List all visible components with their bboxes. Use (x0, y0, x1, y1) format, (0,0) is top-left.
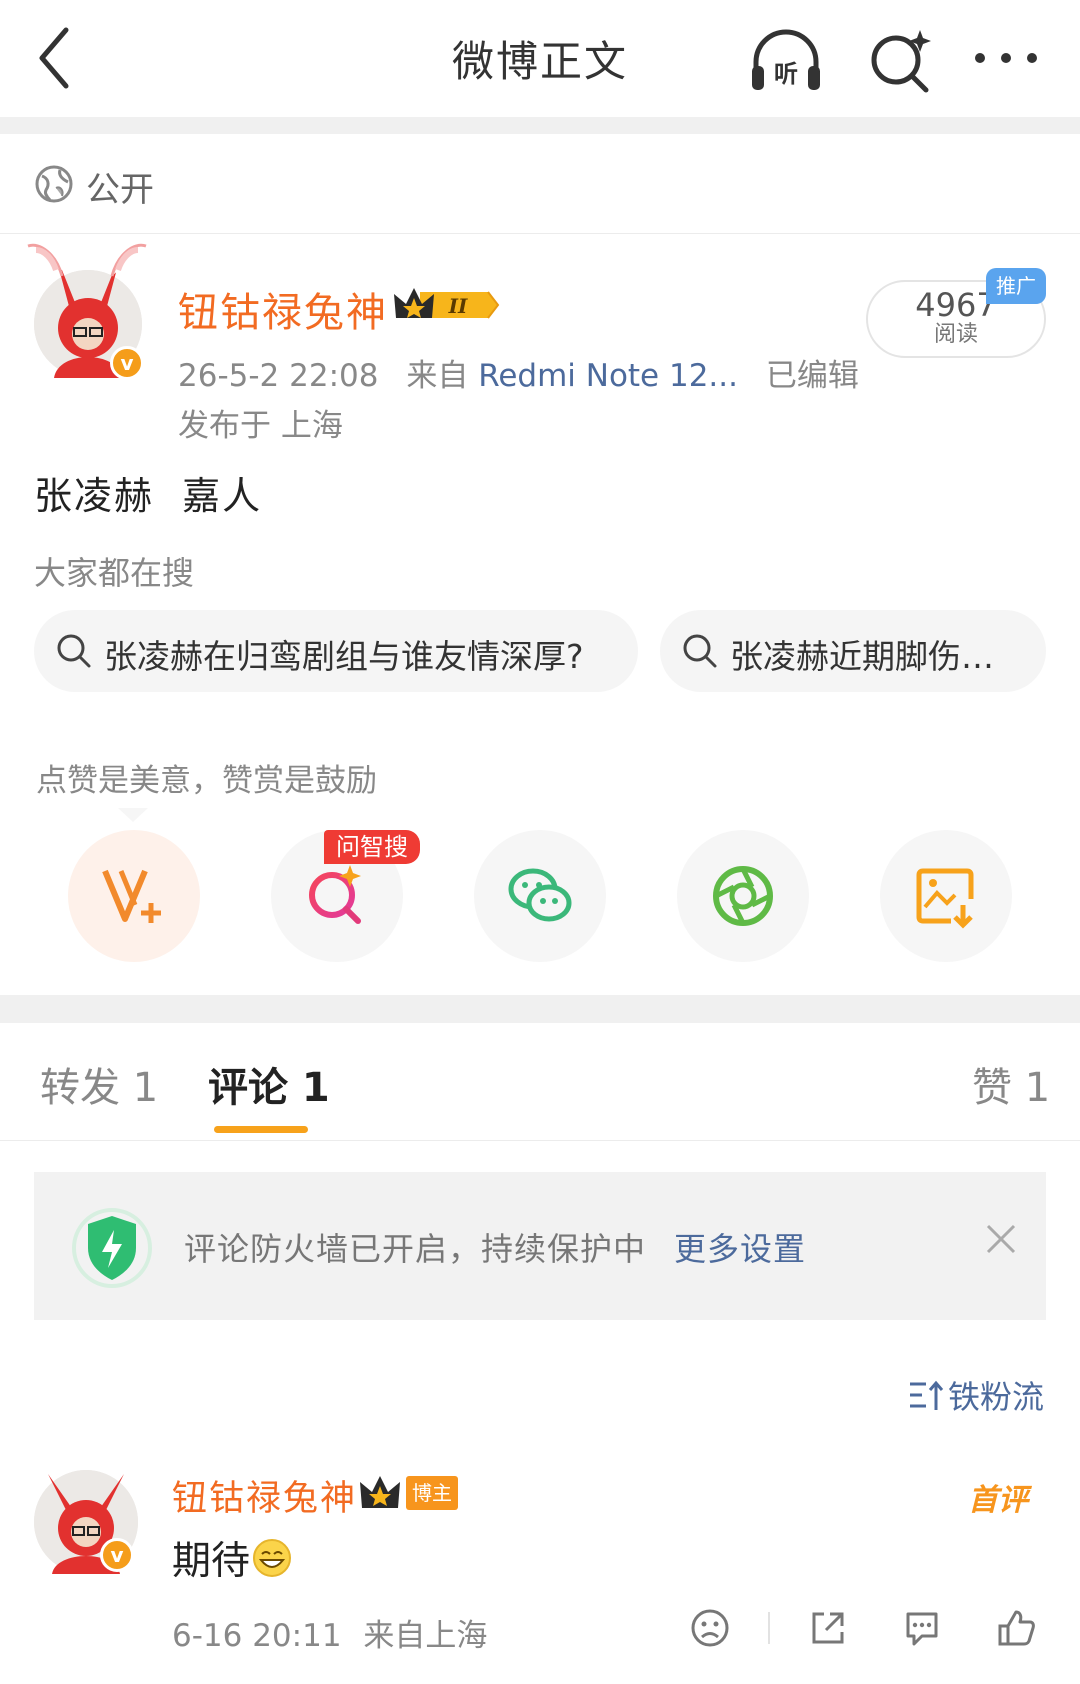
reward-v-plus-icon (102, 869, 161, 923)
device-link[interactable]: Redmi Note 12... (478, 358, 738, 394)
visibility-row: 公开 (0, 134, 1080, 234)
comment-location: 来自上海 (363, 1618, 488, 1654)
action-divider (768, 1612, 770, 1644)
grin-emoji-icon (253, 1539, 292, 1577)
reply-comment-icon[interactable] (902, 1608, 942, 1648)
hot-search-header: 大家都在搜 (34, 554, 195, 592)
sort-icon[interactable] (908, 1378, 944, 1412)
more-options-icon[interactable] (966, 22, 1046, 98)
globe-icon (35, 165, 73, 203)
dislike-face-icon[interactable] (690, 1608, 730, 1648)
reads-label: 阅读 (933, 322, 978, 347)
commenter-name[interactable]: 钮钴禄兔神 (172, 1470, 357, 1521)
verified-badge-icon: v (110, 346, 144, 380)
save-image-button[interactable] (880, 830, 1012, 962)
search-icon (683, 634, 717, 668)
hot-search-chip[interactable]: 张凌赫近期脚伤… (660, 610, 1046, 692)
hint-pointer-icon (118, 808, 148, 822)
post-content: 张凌赫 嘉人 (34, 474, 263, 518)
tab-reposts[interactable]: 转发 1 (40, 1055, 158, 1113)
share-icon[interactable] (808, 1608, 848, 1648)
visibility-label: 公开 (86, 170, 154, 210)
comment-meta: 6-16 20:11 来自上海 (172, 1610, 487, 1655)
share-moments-button[interactable] (677, 830, 809, 962)
tabs-divider (0, 1140, 1080, 1141)
comment-text: 期待 (172, 1530, 292, 1586)
hot-search-text: 张凌赫在归鸾剧组与谁友情深厚? (104, 637, 584, 676)
post-location: 发布于 上海 (178, 408, 343, 444)
section-divider (0, 995, 1080, 1023)
edited-label[interactable]: 已编辑 (766, 358, 859, 394)
ai-search-badge: 问智搜 (324, 830, 420, 864)
close-icon[interactable] (984, 1222, 1018, 1256)
reward-hint: 点赞是美意，赞赏是鼓励 (36, 763, 377, 799)
commenter-avatar[interactable]: v (34, 1470, 138, 1574)
firewall-status-text: 评论防火墙已开启，持续保护中 (184, 1230, 647, 1268)
crown-icon (360, 1476, 400, 1508)
bunny-ears-decoration-icon (27, 243, 147, 277)
crown-level-badge-icon: II (394, 288, 500, 319)
reward-button[interactable] (68, 830, 200, 962)
author-name[interactable]: 钮钴禄兔神 (178, 280, 388, 338)
like-thumb-icon[interactable] (996, 1608, 1036, 1648)
svg-text:听: 听 (774, 60, 798, 88)
hot-search-text: 张凌赫近期脚伤… (730, 637, 994, 676)
first-comment-badge: 首评 (968, 1483, 1028, 1518)
verified-badge-icon: v (100, 1538, 134, 1572)
divider (0, 117, 1080, 134)
hot-search-chip[interactable]: 张凌赫在归鸾剧组与谁友情深厚? (34, 610, 638, 692)
active-tab-indicator (214, 1126, 308, 1133)
sort-label[interactable]: 铁粉流 (948, 1372, 1044, 1418)
source-prefix: 来自 (406, 358, 469, 394)
comment-time: 6-16 20:11 (172, 1618, 342, 1654)
share-wechat-button[interactable] (474, 830, 606, 962)
shield-icon (72, 1208, 152, 1288)
ai-search-icon (309, 865, 361, 924)
search-icon (57, 634, 91, 668)
svg-text:II: II (448, 294, 468, 318)
wechat-icon (508, 868, 572, 922)
comment-firewall-banner: 评论防火墙已开启，持续保护中 更多设置 (34, 1172, 1046, 1320)
post-time: 26-5-2 22:08 (178, 358, 379, 394)
top-bar: 微博正文 听 (0, 0, 1080, 117)
save-image-icon (916, 868, 974, 929)
tab-likes[interactable]: 赞 1 (972, 1055, 1050, 1113)
author-badge: 博主 (406, 1476, 458, 1510)
post-meta: 26-5-2 22:08 来自 Redmi Note 12... 已编辑 (178, 350, 859, 395)
more-settings-link[interactable]: 更多设置 (674, 1224, 806, 1270)
listen-headphones-icon[interactable]: 听 (746, 22, 826, 98)
tab-comments[interactable]: 评论 1 (208, 1055, 330, 1113)
moments-aperture-icon (713, 866, 773, 926)
comment-body: 期待 (172, 1539, 251, 1584)
ai-search-icon[interactable] (862, 22, 942, 98)
promote-badge[interactable]: 推广 (986, 268, 1046, 304)
